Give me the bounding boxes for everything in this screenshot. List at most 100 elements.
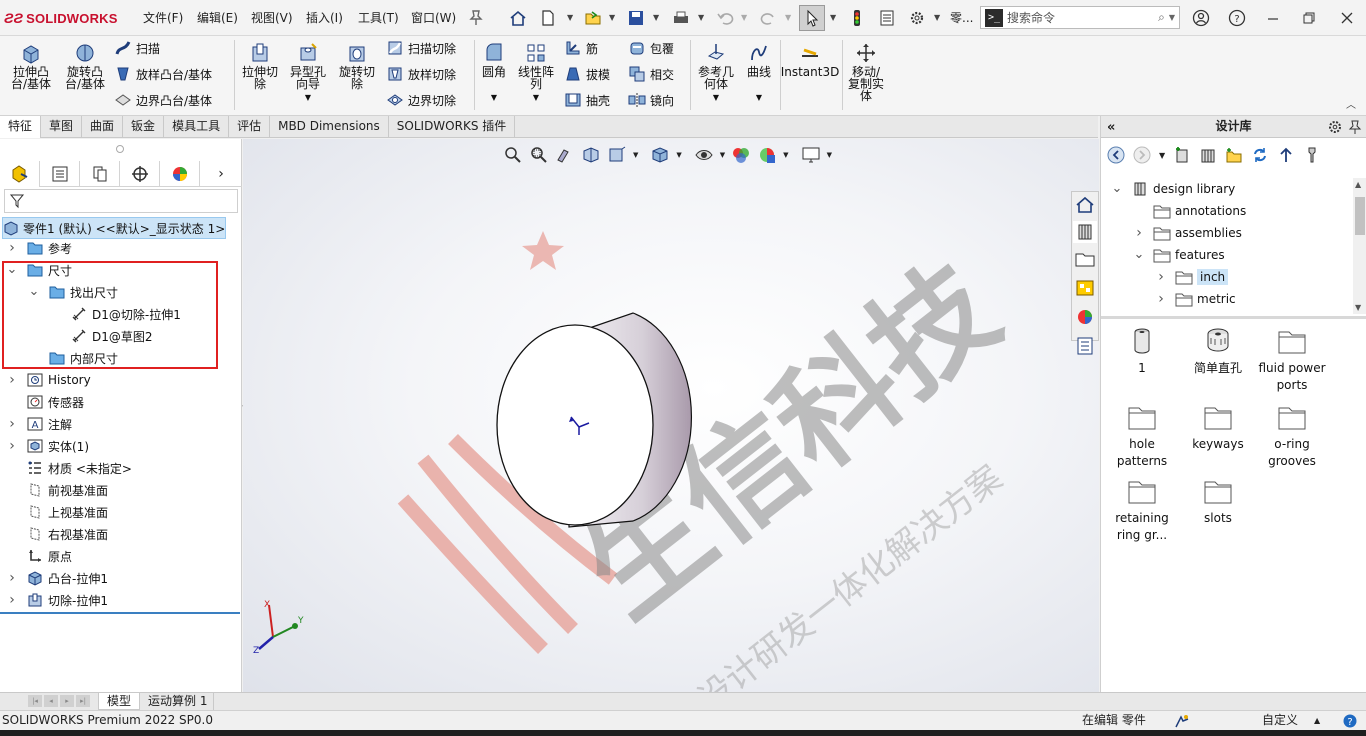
tab-evaluate[interactable]: 评估: [229, 116, 271, 138]
configuration-manager-tab[interactable]: [80, 161, 120, 187]
file-explorer-tab-icon[interactable]: [1073, 248, 1097, 270]
expand-chevron-icon[interactable]: ›: [6, 372, 18, 388]
tab-features[interactable]: 特征: [0, 116, 42, 138]
tree-item[interactable]: 前视基准面: [0, 479, 242, 501]
sweep-button[interactable]: 扫描: [114, 38, 160, 58]
print-icon[interactable]: [670, 7, 692, 29]
rollback-bar[interactable]: [0, 612, 240, 614]
home-icon[interactable]: [507, 7, 529, 29]
tree-item[interactable]: 材质 <未指定>: [0, 457, 242, 479]
open-dropdown-chevron-icon[interactable]: ▼: [609, 13, 615, 22]
pane-splitter[interactable]: [1101, 316, 1366, 319]
menu-insert[interactable]: 插入(I): [306, 9, 343, 27]
new-dropdown-chevron-icon[interactable]: ▼: [567, 13, 573, 22]
help-icon[interactable]: ?: [1226, 7, 1248, 29]
search-icon[interactable]: ⌕: [1158, 10, 1165, 25]
rib-button[interactable]: 筋: [564, 38, 598, 58]
menu-edit[interactable]: 编辑(E): [197, 9, 238, 27]
unit-system-chevron-icon[interactable]: ▲: [1314, 711, 1320, 730]
rebuild-traffic-light-icon[interactable]: [846, 7, 868, 29]
tree-filter-field[interactable]: [4, 189, 238, 213]
hole-wizard-chevron-icon[interactable]: ▼: [305, 92, 311, 104]
library-tree-item[interactable]: ⌄ features: [1101, 244, 1353, 266]
expand-chevron-icon[interactable]: ›: [1155, 291, 1167, 307]
resources-home-icon[interactable]: [1073, 194, 1097, 216]
library-item[interactable]: o-ring grooves: [1257, 402, 1327, 470]
draft-button[interactable]: 拔模: [564, 64, 610, 84]
tab-solidworks-addins[interactable]: SOLIDWORKS 插件: [389, 116, 516, 138]
options-gear-icon[interactable]: [906, 7, 928, 29]
boundary-boss-button[interactable]: 边界凸台/基体: [114, 90, 212, 110]
add-to-library-icon[interactable]: [1173, 146, 1191, 164]
tab-mold-tools[interactable]: 模具工具: [164, 116, 230, 138]
expand-chevron-icon[interactable]: ›: [6, 416, 18, 432]
library-tree-item[interactable]: › metric: [1101, 288, 1353, 310]
tab-sketch[interactable]: 草图: [41, 116, 83, 138]
file-properties-icon[interactable]: [876, 7, 898, 29]
library-tree-item[interactable]: annotations: [1101, 200, 1353, 222]
linear-pattern-chevron-icon[interactable]: ▼: [533, 92, 539, 104]
extrude-cut-button[interactable]: 拉伸切 除: [238, 42, 282, 90]
select-dropdown-chevron-icon[interactable]: ▼: [830, 13, 836, 22]
move-copy-body-button[interactable]: 移动/ 复制实 体: [844, 42, 888, 102]
curves-button[interactable]: 曲线 ▼: [742, 42, 776, 104]
revolve-cut-button[interactable]: 旋转切 除: [334, 42, 380, 90]
display-manager-tab[interactable]: [160, 161, 200, 187]
back-arrow-icon[interactable]: [1107, 146, 1125, 164]
loft-boss-button[interactable]: 放样凸台/基体: [114, 64, 212, 84]
tree-item[interactable]: › 实体(1): [0, 435, 242, 457]
fillet-button[interactable]: 圆角 ▼: [478, 42, 510, 104]
instant3d-button[interactable]: Instant3D: [781, 42, 839, 78]
expand-chevron-icon[interactable]: ›: [1155, 269, 1167, 285]
close-window-icon[interactable]: [1336, 7, 1358, 29]
save-icon[interactable]: [625, 7, 647, 29]
tree-item[interactable]: 上视基准面: [0, 501, 242, 523]
pane-pin-icon[interactable]: [1347, 119, 1363, 135]
pane-settings-gear-icon[interactable]: [1327, 119, 1343, 135]
extrude-boss-button[interactable]: 拉伸凸 台/基体: [8, 42, 54, 90]
more-tabs-chevron-icon[interactable]: ›: [200, 161, 242, 187]
view-palette-tab-icon[interactable]: [1073, 277, 1097, 299]
next-tab-icon[interactable]: ▸: [60, 695, 74, 707]
linear-pattern-button[interactable]: 线性阵 列 ▼: [514, 42, 558, 104]
library-tree-item[interactable]: › inch: [1101, 266, 1353, 288]
options-dropdown-chevron-icon[interactable]: ▼: [934, 13, 940, 22]
appearances-tab-icon[interactable]: [1073, 306, 1097, 328]
curves-chevron-icon[interactable]: ▼: [756, 92, 762, 104]
property-manager-tab[interactable]: [40, 161, 80, 187]
lofted-cut-button[interactable]: 放样切除: [386, 64, 456, 84]
fillet-chevron-icon[interactable]: ▼: [491, 92, 497, 104]
expand-chevron-icon[interactable]: ›: [6, 592, 18, 608]
tree-item[interactable]: › 切除-拉伸1: [0, 589, 242, 611]
reference-geometry-button[interactable]: 参考几 何体 ▼: [694, 42, 738, 104]
library-item[interactable]: hole patterns: [1107, 402, 1177, 470]
expand-chevron-icon[interactable]: ›: [6, 570, 18, 586]
up-one-level-icon[interactable]: [1277, 146, 1295, 164]
tab-surfaces[interactable]: 曲面: [82, 116, 124, 138]
library-item[interactable]: 简单直孔: [1183, 326, 1253, 377]
rebuild-status-icon[interactable]: [1174, 713, 1190, 729]
open-file-icon[interactable]: [582, 7, 604, 29]
hole-wizard-button[interactable]: 异型孔 向导 ▼: [286, 42, 330, 104]
select-cursor-icon[interactable]: [799, 5, 825, 31]
library-item[interactable]: fluid power ports: [1257, 326, 1327, 394]
tree-item[interactable]: 传感器: [0, 391, 242, 413]
tab-motion-study[interactable]: 运动算例 1: [142, 693, 215, 710]
menu-tools[interactable]: 工具(T): [358, 9, 399, 27]
graphics-area[interactable]: ▼ ▼ ▼ ▼ ▼ 生信科技 产品设计研发一体化解决方案 X Y Z: [243, 139, 1099, 692]
collapse-ribbon-chevron-icon[interactable]: ︿: [1346, 96, 1356, 111]
scroll-down-chevron-icon[interactable]: ▼: [1355, 303, 1361, 312]
expand-chevron-icon[interactable]: ›: [1133, 225, 1145, 241]
undo-dropdown-chevron-icon[interactable]: ▼: [741, 13, 747, 22]
add-file-location-icon[interactable]: [1199, 146, 1217, 164]
undo-icon[interactable]: [714, 7, 736, 29]
boundary-cut-button[interactable]: 边界切除: [386, 90, 456, 110]
tree-item[interactable]: › History: [0, 369, 242, 391]
library-item[interactable]: keyways: [1183, 402, 1253, 453]
menu-file[interactable]: 文件(F): [143, 9, 183, 27]
user-account-icon[interactable]: [1190, 7, 1212, 29]
mirror-button[interactable]: 镜向: [628, 90, 674, 110]
library-tree-item[interactable]: ⌄ design library: [1101, 178, 1353, 200]
expand-chevron-icon[interactable]: ›: [6, 240, 18, 256]
search-dropdown-chevron-icon[interactable]: ▼: [1169, 13, 1175, 22]
